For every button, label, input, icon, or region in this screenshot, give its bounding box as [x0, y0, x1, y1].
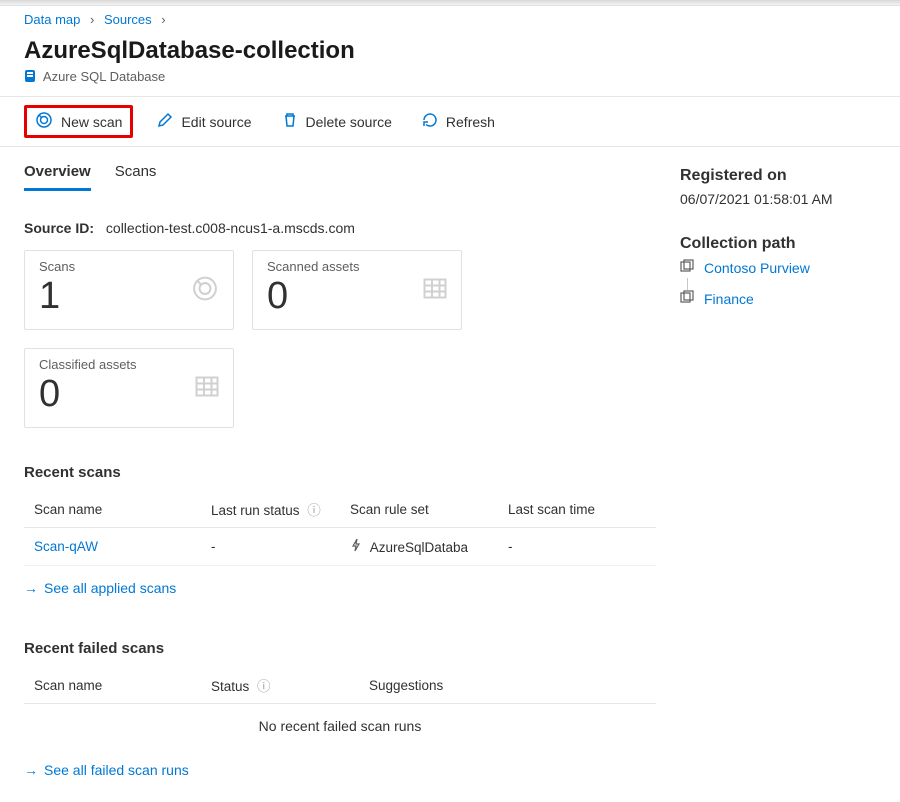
new-scan-label: New scan — [61, 114, 122, 130]
pencil-icon — [157, 112, 173, 131]
col-last-run-status: Last run status ⓘ — [201, 491, 340, 528]
see-all-failed-scans-link[interactable]: → See all failed scan runs — [24, 762, 189, 778]
breadcrumb-sources[interactable]: Sources — [104, 12, 152, 27]
table-row[interactable]: Scan-qAW - AzureSqlDataba - — [24, 528, 656, 566]
see-all-applied-scans-link[interactable]: → See all applied scans — [24, 580, 176, 596]
table-icon — [195, 375, 219, 402]
recent-scans-table: Scan name Last run status ⓘ Scan rule se… — [24, 491, 656, 566]
info-icon[interactable]: ⓘ — [257, 679, 271, 694]
tab-overview[interactable]: Overview — [24, 157, 91, 191]
page-header: AzureSqlDatabase-collection Azure SQL Da… — [0, 31, 900, 97]
card-scans-title: Scans — [39, 259, 219, 274]
action-toolbar: New scan Edit source Delete source Refre… — [0, 97, 900, 147]
delete-source-button[interactable]: Delete source — [276, 108, 398, 135]
col-status: Status ⓘ — [201, 667, 359, 704]
card-scanned-assets[interactable]: Scanned assets 0 — [252, 250, 462, 330]
table-icon — [423, 277, 447, 304]
side-panel: Registered on 06/07/2021 01:58:01 AM Col… — [680, 147, 900, 802]
source-type-label: Azure SQL Database — [24, 69, 876, 86]
new-scan-button[interactable]: New scan — [24, 105, 133, 138]
breadcrumb: Data map › Sources › — [0, 6, 900, 31]
summary-cards: Scans 1 Scanned assets 0 Classified asse… — [24, 250, 656, 428]
path-connector — [687, 278, 876, 290]
delete-source-label: Delete source — [306, 114, 392, 130]
collection-path-label: Collection path — [680, 235, 876, 253]
bolt-icon — [350, 540, 366, 555]
collection-path-item[interactable]: Finance — [680, 290, 876, 307]
target-icon — [191, 275, 219, 306]
source-type-text: Azure SQL Database — [43, 69, 165, 84]
col-suggestions: Suggestions — [359, 667, 656, 704]
empty-failed-scans-message: No recent failed scan runs — [24, 704, 656, 748]
col-last-scan-time: Last scan time — [498, 491, 656, 528]
database-icon — [24, 69, 36, 86]
source-id-label: Source ID: — [24, 220, 94, 236]
refresh-label: Refresh — [446, 114, 495, 130]
card-classified-assets-title: Classified assets — [39, 357, 219, 372]
collection-path-item[interactable]: Contoso Purview — [680, 259, 876, 276]
cell-last-scan-time: - — [498, 528, 656, 566]
chevron-right-icon: › — [161, 12, 165, 27]
tab-scans[interactable]: Scans — [115, 157, 157, 191]
collection-icon — [680, 290, 694, 307]
cell-last-run-status: - — [201, 528, 340, 566]
arrow-right-icon: → — [24, 762, 38, 778]
collection-link[interactable]: Finance — [704, 291, 754, 307]
chevron-right-icon: › — [90, 12, 94, 27]
info-icon[interactable]: ⓘ — [307, 503, 321, 518]
recent-failed-heading: Recent failed scans — [24, 640, 656, 657]
target-icon — [35, 111, 53, 132]
collection-icon — [680, 259, 694, 276]
source-id-value: collection-test.c008-ncus1-a.mscds.com — [106, 220, 355, 236]
recent-scans-heading: Recent scans — [24, 464, 656, 481]
registered-on-label: Registered on — [680, 167, 876, 185]
card-scans[interactable]: Scans 1 — [24, 250, 234, 330]
card-classified-assets[interactable]: Classified assets 0 — [24, 348, 234, 428]
col-scan-name: Scan name — [24, 667, 201, 704]
registered-on-value: 06/07/2021 01:58:01 AM — [680, 191, 876, 207]
col-scan-name: Scan name — [24, 491, 201, 528]
breadcrumb-data-map[interactable]: Data map — [24, 12, 80, 27]
card-classified-assets-value: 0 — [39, 374, 219, 416]
tab-bar: Overview Scans — [24, 147, 656, 192]
card-scanned-assets-title: Scanned assets — [267, 259, 447, 274]
refresh-button[interactable]: Refresh — [416, 108, 501, 135]
cell-scan-rule-set: AzureSqlDataba — [340, 528, 498, 566]
refresh-icon — [422, 112, 438, 131]
source-id-row: Source ID: collection-test.c008-ncus1-a.… — [24, 192, 656, 250]
edit-source-button[interactable]: Edit source — [151, 108, 257, 135]
page-title: AzureSqlDatabase-collection — [24, 37, 876, 65]
card-scanned-assets-value: 0 — [267, 276, 447, 318]
col-scan-rule-set: Scan rule set — [340, 491, 498, 528]
scan-name-link[interactable]: Scan-qAW — [34, 539, 98, 554]
collection-link[interactable]: Contoso Purview — [704, 260, 810, 276]
trash-icon — [282, 112, 298, 131]
edit-source-label: Edit source — [181, 114, 251, 130]
recent-failed-table: Scan name Status ⓘ Suggestions — [24, 667, 656, 704]
arrow-right-icon: → — [24, 580, 38, 596]
